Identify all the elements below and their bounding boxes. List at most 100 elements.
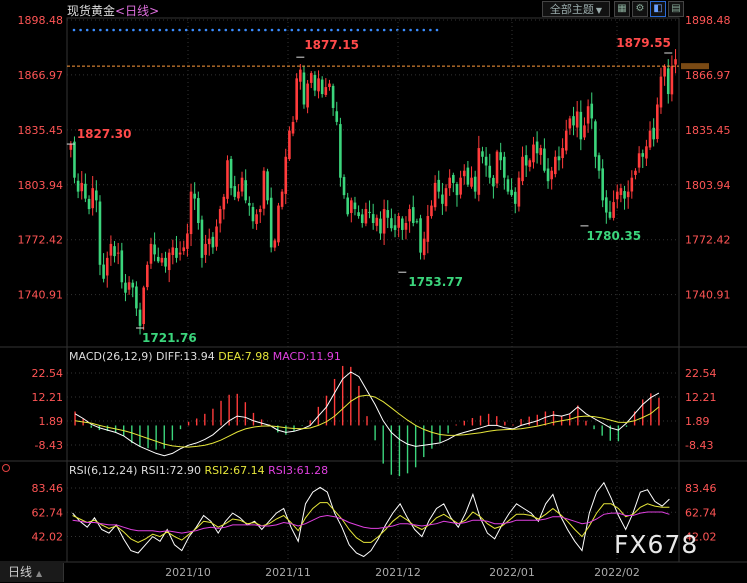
event-dot	[369, 28, 373, 32]
event-dot	[303, 28, 307, 32]
candle-body	[189, 191, 193, 235]
macd-tick-left: 22.54	[32, 367, 64, 380]
event-dot	[99, 28, 102, 32]
candle-body	[503, 156, 506, 178]
period-tab-label: 日线	[8, 565, 33, 579]
date-axis: 2021/10 2021/11 2021/12 2022/01 2022/02	[165, 566, 640, 579]
candle-body	[495, 151, 499, 184]
event-dot	[297, 28, 300, 32]
candle-body	[419, 218, 422, 253]
candle-body	[550, 170, 553, 180]
candle-body	[204, 243, 207, 255]
rsi-chart[interactable]	[72, 481, 670, 558]
candle-body	[477, 148, 481, 195]
price-tick-left: 1803.94	[18, 179, 64, 192]
chart-canvas: 1898.48 1898.48 1866.97 1866.97 1835.45 1835.…	[0, 14, 747, 579]
candle-body	[218, 209, 222, 224]
macd-tick-right: 12.21	[685, 391, 717, 404]
event-dot	[343, 28, 346, 32]
candle-body	[91, 188, 94, 209]
event-dot	[224, 28, 228, 32]
event-dot	[204, 28, 208, 32]
candle-body	[313, 74, 317, 91]
candle-body	[98, 201, 102, 265]
candle-body	[167, 252, 171, 271]
candle-body	[368, 211, 371, 213]
grid-view-icon[interactable]: ▦	[614, 1, 630, 17]
candle-body	[546, 168, 550, 182]
event-dot	[257, 28, 261, 32]
candle-body	[346, 197, 349, 215]
candle-body	[284, 156, 288, 194]
event-dot	[198, 28, 201, 32]
event-dot	[178, 28, 181, 32]
candle-body	[572, 116, 575, 126]
candlestick-chart[interactable]	[67, 49, 709, 335]
candle-body	[426, 216, 430, 242]
price-annotations: 1827.30 1877.15 1879.55 1721.76 1753.77 1780.…	[66, 36, 673, 345]
candle-body	[462, 170, 466, 177]
candle-body	[299, 69, 302, 82]
candle-body	[240, 177, 244, 192]
theme-select-button[interactable]: 全部主题 ▼	[542, 1, 610, 17]
event-dot	[389, 28, 393, 32]
event-dot	[277, 28, 280, 32]
candle-body	[280, 191, 284, 207]
indicator-marker-icon[interactable]	[2, 464, 10, 472]
candle-body	[193, 193, 196, 199]
candle-body	[237, 191, 240, 199]
event-dot	[92, 28, 96, 32]
candle-body	[317, 78, 320, 92]
period-tab[interactable]: 日线 ▲	[0, 563, 64, 582]
event-dot	[363, 28, 366, 32]
candle-body	[186, 233, 189, 249]
candle-body	[288, 130, 291, 160]
candle-body	[178, 252, 182, 255]
price-tick-left: 1898.48	[18, 14, 64, 27]
price-tick-right: 1835.45	[685, 124, 731, 137]
candle-body	[459, 177, 462, 195]
event-dot	[217, 28, 221, 32]
price-tick-left: 1740.91	[18, 289, 64, 302]
event-dot	[237, 28, 241, 32]
candle-body	[353, 202, 357, 210]
event-dot	[244, 28, 247, 32]
event-dot	[402, 28, 406, 32]
settings-icon[interactable]: ⚙	[632, 1, 648, 17]
candle-body	[415, 221, 419, 223]
candle-body	[200, 219, 204, 258]
layout-icon[interactable]: ▤	[668, 1, 684, 17]
candle-body	[481, 151, 484, 157]
event-dot	[316, 28, 320, 32]
price-tick-right: 1772.42	[685, 234, 731, 247]
theme-select-label: 全部主题	[549, 3, 594, 16]
candle-body	[601, 168, 604, 201]
macd-legend: MACD(26,12,9) DIFF:13.94 DEA:7.98 MACD:1…	[69, 350, 341, 363]
event-dot	[85, 28, 89, 32]
candle-body	[171, 247, 175, 255]
price-axis: 1898.48 1898.48 1866.97 1866.97 1835.45 1835.…	[18, 14, 731, 302]
candle-body	[149, 243, 153, 264]
candle-body	[437, 179, 441, 192]
candle-body	[226, 160, 229, 199]
candle-body	[124, 282, 127, 293]
rsi3-value: RSI3:61.28	[268, 464, 329, 477]
candle-body	[302, 72, 306, 105]
fx678-watermark: FX678	[614, 530, 699, 559]
candle-body	[386, 210, 390, 218]
candle-body	[379, 218, 382, 234]
chevron-up-icon: ▲	[36, 569, 43, 578]
rsi-tick-left: 62.74	[32, 506, 64, 519]
panel-toggle-icon[interactable]: ◧	[650, 1, 666, 17]
period-label[interactable]: <日线>	[115, 4, 159, 18]
candle-body	[69, 144, 73, 150]
candle-body	[138, 309, 142, 326]
rsi3-line	[72, 511, 670, 534]
event-dot	[270, 28, 274, 32]
event-dot	[231, 28, 234, 32]
candle-body	[594, 121, 597, 157]
price-annotation: 1721.76	[142, 331, 197, 345]
rsi-tick-right: 83.46	[685, 482, 717, 495]
candle-body	[80, 182, 84, 192]
candle-body	[641, 153, 645, 157]
